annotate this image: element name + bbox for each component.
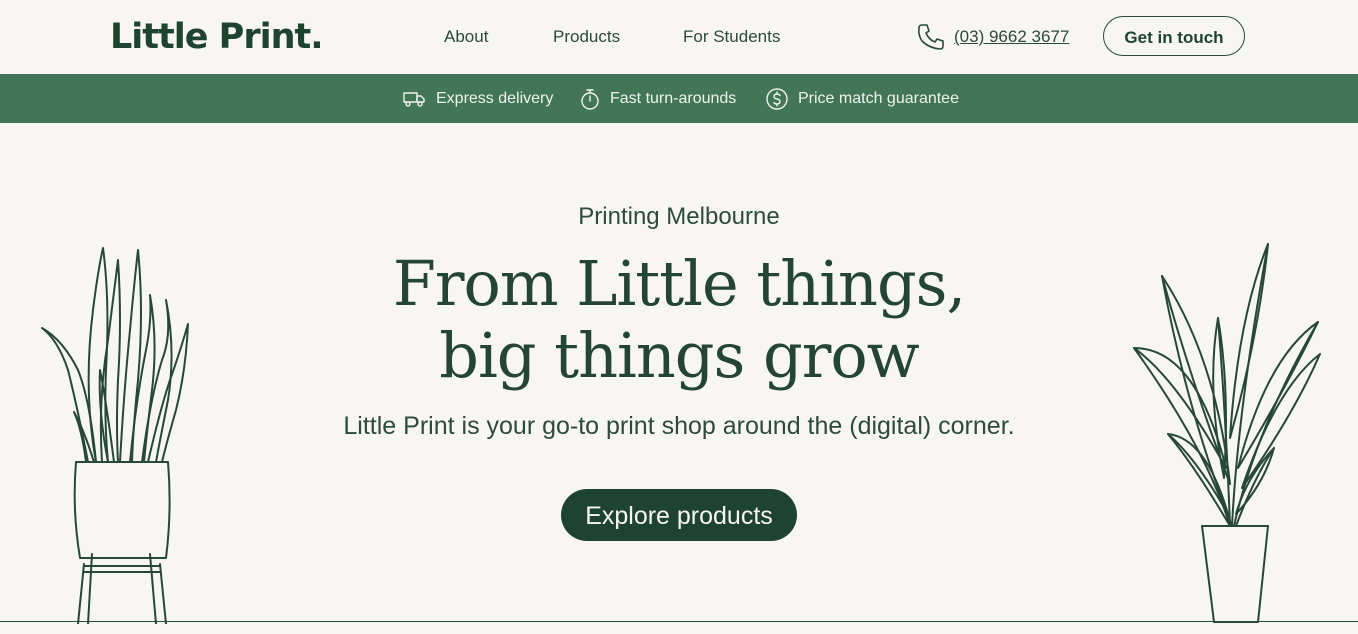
promo-label: Fast turn-arounds bbox=[610, 89, 737, 107]
get-in-touch-button[interactable]: Get in touch bbox=[1103, 16, 1245, 56]
phone-link[interactable]: (03) 9662 3677 bbox=[954, 26, 1069, 48]
promo-item-price-match: Price match guarantee bbox=[766, 74, 959, 123]
promo-label: Price match guarantee bbox=[798, 89, 959, 107]
hero-eyebrow: Printing Melbourne bbox=[578, 203, 780, 230]
nav-link-products[interactable]: Products bbox=[553, 26, 620, 48]
ground-line bbox=[0, 621, 1358, 622]
explore-products-button[interactable]: Explore products bbox=[561, 489, 797, 541]
logo[interactable]: Little Print. bbox=[110, 16, 324, 58]
promo-label: Express delivery bbox=[436, 89, 554, 107]
promo-item-fast-turnarounds: Fast turn-arounds bbox=[580, 74, 736, 123]
promo-bar: Express delivery Fast turn-arounds Price… bbox=[0, 74, 1358, 123]
promo-item-express-delivery: Express delivery bbox=[403, 74, 553, 123]
stopwatch-icon bbox=[581, 88, 599, 110]
phone-icon bbox=[918, 24, 944, 50]
snake-plant-illustration bbox=[41, 247, 189, 624]
site-header: Little Print. About Products For Student… bbox=[0, 0, 1358, 74]
dollar-icon bbox=[766, 87, 788, 110]
leafy-plant-illustration bbox=[1133, 243, 1321, 623]
truck-icon bbox=[403, 91, 425, 107]
nav-link-for-students[interactable]: For Students bbox=[683, 26, 780, 48]
nav-link-about[interactable]: About bbox=[444, 26, 488, 48]
